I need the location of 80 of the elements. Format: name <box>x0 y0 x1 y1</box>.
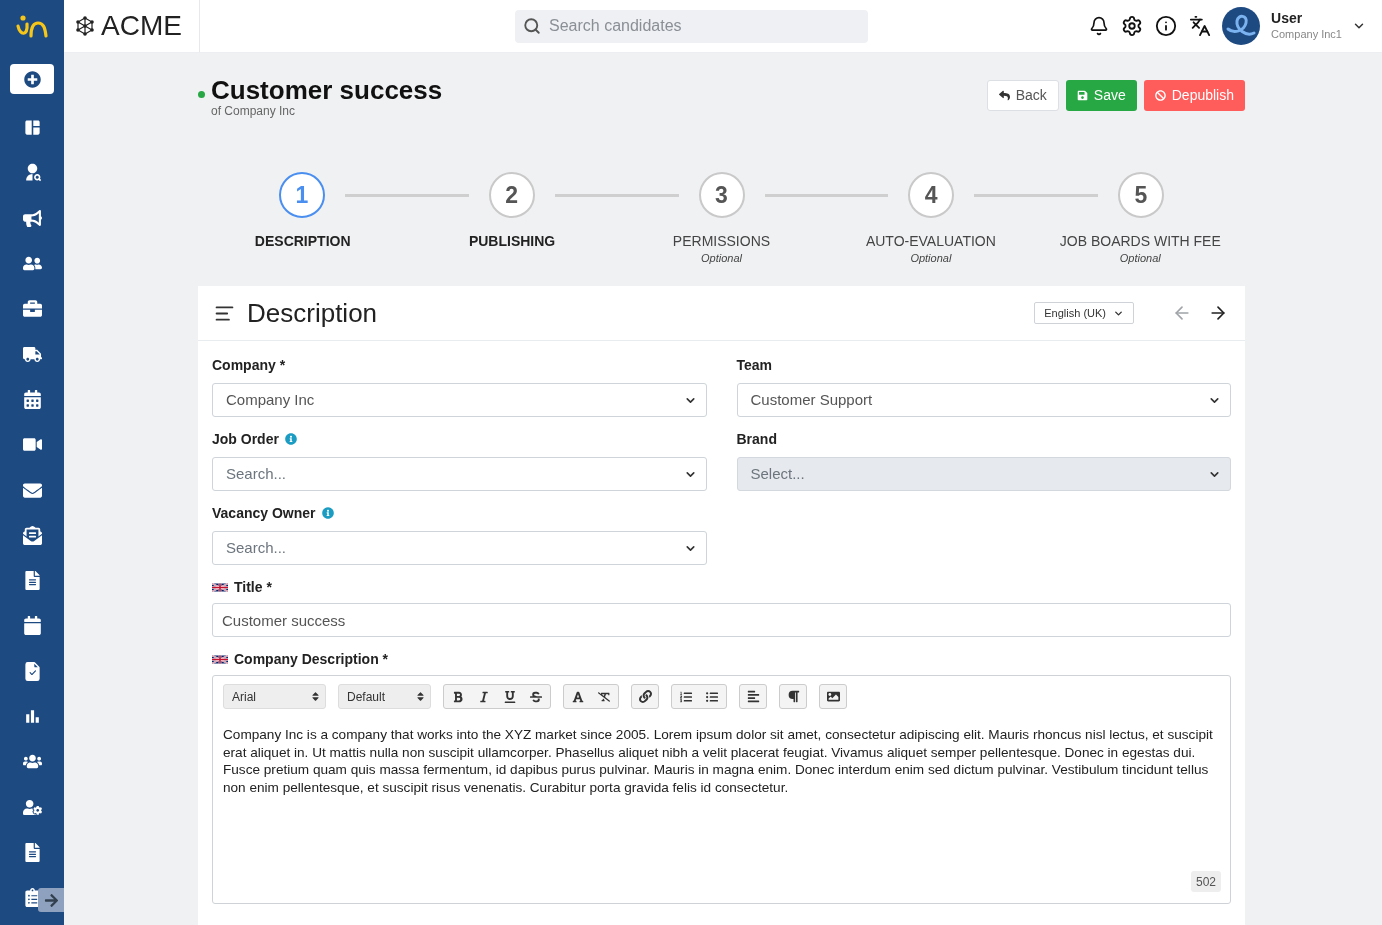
document-icon[interactable] <box>22 842 42 862</box>
paragraph-icon <box>786 690 800 703</box>
dashboard-icon[interactable] <box>22 118 42 138</box>
dropdown-field[interactable]: Search... <box>212 457 707 491</box>
logo-icon[interactable] <box>14 13 50 40</box>
file-check-icon[interactable] <box>22 661 42 681</box>
network-logo-icon <box>75 16 95 36</box>
calendar-icon[interactable] <box>22 389 42 409</box>
dropdown-field[interactable]: Customer Support <box>736 383 1231 417</box>
search-icon <box>523 16 541 35</box>
user-settings-icon[interactable] <box>22 797 42 817</box>
avatar-icon[interactable] <box>1222 7 1261 45</box>
info-icon[interactable] <box>1155 15 1178 37</box>
clear-format-icon <box>598 690 610 703</box>
image-button[interactable] <box>819 684 847 709</box>
uk-flag-icon <box>212 653 228 665</box>
calendar-icon[interactable] <box>22 616 42 636</box>
field-label: Brand <box>736 429 777 449</box>
translate-icon[interactable] <box>1189 15 1212 37</box>
reply-icon <box>998 90 1010 101</box>
bullet-list-icon <box>706 690 718 703</box>
search-field[interactable]: Search candidates <box>515 9 868 43</box>
user-name[interactable]: User <box>1271 10 1342 28</box>
paragraph-button[interactable] <box>779 684 807 709</box>
truck-icon[interactable] <box>22 344 42 364</box>
collapse-button[interactable] <box>38 888 64 912</box>
step-note: Optional <box>701 252 742 265</box>
field-label: Company * <box>212 355 286 375</box>
step-label[interactable]: PUBLISHING <box>468 233 556 249</box>
step-label[interactable]: AUTO-EVALUATION <box>865 233 996 249</box>
size-select[interactable]: Default <box>338 684 431 709</box>
field-label: Title * <box>234 577 272 597</box>
align-button[interactable] <box>739 684 767 709</box>
strikethrough-icon <box>530 690 542 703</box>
italic-icon <box>478 690 490 703</box>
underline-icon <box>504 690 516 703</box>
language-select[interactable]: English (UK) <box>1034 302 1134 324</box>
notifications-bell-icon[interactable] <box>1089 15 1110 37</box>
briefcase-icon[interactable] <box>22 299 42 319</box>
open-envelope-icon[interactable] <box>22 525 42 545</box>
step-label[interactable]: DESCRIPTION <box>254 233 351 249</box>
step-note: Optional <box>910 252 952 265</box>
step-note: Optional <box>1119 252 1161 265</box>
add-button[interactable] <box>10 64 54 94</box>
editor-text: Company Inc is a company that works into the XYZ market since 2005. Lorem ipsum dolor sit amet, consectetur adipiscing elit. Mauris rhoncus nisl lectus, et suscipit erat aliquet in. Ut mattis nulla non suscipit ullamcorper. Phasellus aliquet nibh a velit placerat feugiat. Vivamus aliquet semper pellentesque. Donec in egestas dui. Fusce pretium quam quis massa fermentum, id dapibus purus pulvinar. Mauris in magna enim. Donec interdum enim sed dictum pulvinar. Vestibulum tincidunt tellus non enim pellentesque, et suscipit risus venenatis. Curabitur porta gravida felis id consectetur. <box>222 726 1214 796</box>
dropdown-field[interactable]: Search... <box>212 531 707 565</box>
step-label[interactable]: PERMISSIONS <box>672 233 771 249</box>
save-icon <box>1076 90 1088 101</box>
link-button[interactable] <box>631 684 659 709</box>
field-label: Vacancy Owner <box>212 503 316 523</box>
settings-icon[interactable] <box>1121 15 1144 37</box>
link-icon <box>638 690 652 703</box>
arrow-right-icon <box>43 892 59 908</box>
brand-name[interactable]: ACME <box>101 12 182 40</box>
page-subtitle: of Company Inc <box>211 104 297 118</box>
numbered-list-icon <box>680 690 692 703</box>
step-label[interactable]: JOB BOARDS WITH FEE <box>1059 233 1221 249</box>
user-company: Company Inc1 <box>1271 27 1342 42</box>
envelope-icon[interactable] <box>22 480 42 500</box>
image-icon <box>826 690 840 703</box>
bold-icon <box>452 690 464 703</box>
document-icon[interactable] <box>22 571 42 591</box>
section-title: Description <box>247 296 378 330</box>
text-color-icon <box>572 690 584 703</box>
field-label: Job Order <box>212 429 279 449</box>
back-button[interactable]: Back <box>986 80 1059 111</box>
sort-arrows-icon <box>416 691 425 702</box>
ban-icon <box>1154 90 1166 101</box>
page-title: Customer success <box>211 76 443 104</box>
field-label: Team <box>736 355 773 375</box>
sort-arrows-icon <box>311 691 320 702</box>
align-left-icon <box>746 690 760 703</box>
rich-text-editor[interactable] <box>212 675 1231 904</box>
uk-flag-icon <box>212 581 228 593</box>
dropdown-field[interactable]: Company Inc <box>212 383 707 417</box>
character-count: 502 <box>1190 871 1221 892</box>
font-select[interactable]: Arial <box>223 684 326 709</box>
text-input[interactable]: Customer success <box>212 603 1231 637</box>
megaphone-icon[interactable] <box>22 208 42 228</box>
field-label: Company Description * <box>234 649 389 669</box>
